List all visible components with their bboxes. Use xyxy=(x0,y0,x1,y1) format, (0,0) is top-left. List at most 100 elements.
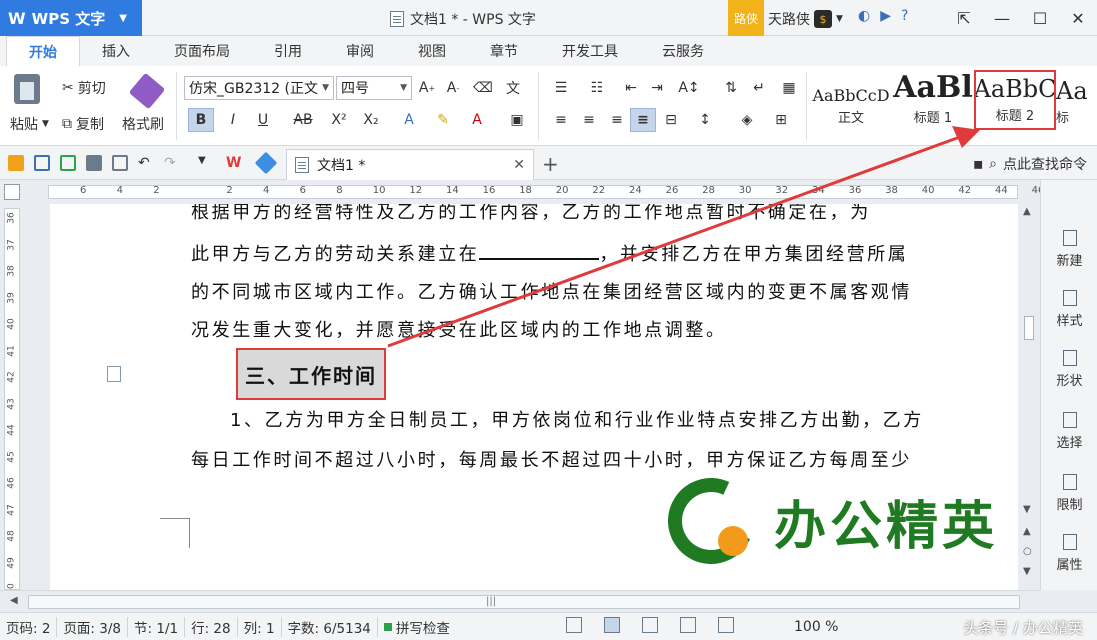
user-account[interactable]: 天路侠 $ ▼ xyxy=(768,9,843,29)
align-right-button[interactable]: ≡ xyxy=(604,108,630,132)
justify-button[interactable]: ≡ xyxy=(630,108,656,132)
pane-select[interactable]: 选择 xyxy=(1041,412,1097,451)
section-heading[interactable]: 三、工作时间 xyxy=(236,348,386,400)
vertical-scrollbar[interactable]: ▲ ▼ ▲ ○ ▼ xyxy=(1018,204,1040,590)
horizontal-scrollbar[interactable]: ◀ ||| xyxy=(0,590,1040,612)
pane-properties[interactable]: 属性 xyxy=(1041,534,1097,573)
tab-page-layout[interactable]: 页面布局 xyxy=(152,36,252,66)
command-search[interactable]: ◼ ⌕ 点此查找命令 xyxy=(973,154,1087,174)
template-cube-icon[interactable] xyxy=(254,151,278,175)
format-painter-button[interactable]: 格式刷 xyxy=(122,114,164,134)
paragraph-mark-icon[interactable]: ↵ xyxy=(746,76,772,100)
align-center-button[interactable]: ≡ xyxy=(576,108,602,132)
sort-icon[interactable]: ⇅ xyxy=(718,76,744,100)
font-size-select[interactable]: 四号 ▼ xyxy=(336,76,412,100)
text-effect-icon[interactable]: A xyxy=(396,108,422,132)
scroll-thumb[interactable] xyxy=(1024,316,1034,340)
superscript-button[interactable]: X² xyxy=(326,108,352,132)
tab-insert[interactable]: 插入 xyxy=(80,36,152,66)
document-tab[interactable]: 文档1 * ✕ xyxy=(286,149,534,180)
zoom-level[interactable]: 100 % xyxy=(794,619,838,635)
undo-icon[interactable]: ↶ xyxy=(138,155,154,171)
restore-pane-button[interactable]: ⇱ xyxy=(945,0,983,36)
style-normal[interactable]: AaBbCcD 正文 xyxy=(810,70,892,130)
highlight-icon[interactable]: ✎ xyxy=(430,108,456,132)
paste-button[interactable]: 粘贴 ▼ xyxy=(10,114,49,134)
paragraph-menu-icon[interactable] xyxy=(107,366,121,382)
italic-button[interactable]: I xyxy=(220,108,246,132)
pin-icon[interactable]: ◼ xyxy=(973,157,983,171)
status-words[interactable]: 字数: 6/5134 xyxy=(282,616,378,637)
style-heading-1[interactable]: AaBl 标题 1 xyxy=(892,70,974,130)
font-color-icon[interactable]: A xyxy=(464,108,490,132)
style-heading-2[interactable]: AaBbC 标题 2 xyxy=(974,70,1056,130)
tab-stop-selector[interactable] xyxy=(4,184,20,200)
tab-cloud[interactable]: 云服务 xyxy=(640,36,726,66)
status-page-code[interactable]: 页码: 2 xyxy=(0,616,58,637)
scroll-up-icon[interactable]: ▲ xyxy=(1023,206,1031,217)
table-grid-icon[interactable]: ▦ xyxy=(776,76,802,100)
print-preview-icon[interactable] xyxy=(112,155,128,171)
tab-developer[interactable]: 开发工具 xyxy=(540,36,640,66)
cut-button[interactable]: ✂ 剪切 xyxy=(62,78,106,98)
scroll-left-icon[interactable]: ◀ xyxy=(10,595,18,606)
user-badge[interactable]: 路侠 xyxy=(728,0,764,36)
share-icon[interactable]: ▶ xyxy=(880,8,891,24)
next-page-icon[interactable]: ▼ xyxy=(1023,566,1031,577)
save-icon[interactable] xyxy=(34,155,50,171)
format-painter-icon[interactable] xyxy=(128,72,166,110)
numbering-icon[interactable]: ☷ xyxy=(584,76,610,100)
new-tab-icon[interactable]: + xyxy=(542,152,559,176)
status-pages[interactable]: 页面: 3/8 xyxy=(57,616,129,637)
spell-check-toggle[interactable]: 拼写检查 xyxy=(378,617,456,637)
pane-shapes[interactable]: 形状 xyxy=(1041,350,1097,389)
prev-page-icon[interactable]: ▲ xyxy=(1023,526,1031,537)
clear-format-icon[interactable]: ⌫ xyxy=(470,76,496,100)
copy-button[interactable]: ⧉ 复制 xyxy=(62,114,104,134)
pane-new[interactable]: 新建 xyxy=(1041,230,1097,269)
reading-mode-icon[interactable] xyxy=(718,617,734,633)
app-menu-button[interactable]: W WPS 文字 ▼ xyxy=(0,0,142,36)
tab-chapter[interactable]: 章节 xyxy=(468,36,540,66)
wps-home-icon[interactable]: W xyxy=(226,155,242,171)
subscript-button[interactable]: X₂ xyxy=(358,108,384,132)
char-scaling-icon[interactable]: A↕ xyxy=(676,76,702,100)
close-button[interactable]: ✕ xyxy=(1059,0,1097,36)
full-screen-view-icon[interactable] xyxy=(566,617,582,633)
tab-references[interactable]: 引用 xyxy=(252,36,324,66)
vertical-ruler[interactable]: 36 37 38 39 40 41 42 43 44 45 46 47 48 49 50 xyxy=(4,208,20,595)
bold-button[interactable]: B xyxy=(188,108,214,132)
phonetic-icon[interactable]: 文 xyxy=(500,76,526,100)
export-pdf-icon[interactable] xyxy=(60,155,76,171)
borders-icon[interactable]: ⊞ xyxy=(768,108,794,132)
customize-chevron-icon[interactable]: ▼ xyxy=(198,155,214,171)
redo-icon[interactable]: ↷ xyxy=(164,155,180,171)
distribute-button[interactable]: ⊟ xyxy=(658,108,684,132)
pane-styles[interactable]: 样式 xyxy=(1041,290,1097,329)
shading-fill-icon[interactable]: ◈ xyxy=(734,108,760,132)
paste-icon[interactable] xyxy=(14,74,40,104)
outline-view-icon[interactable] xyxy=(642,617,658,633)
shrink-font-icon[interactable]: A- xyxy=(440,76,466,100)
strikethrough-button[interactable]: AB xyxy=(290,108,316,132)
tab-view[interactable]: 视图 xyxy=(396,36,468,66)
skin-icon[interactable]: ◐ xyxy=(858,8,870,24)
page-view-icon[interactable] xyxy=(604,617,620,633)
web-view-icon[interactable] xyxy=(680,617,696,633)
line-spacing-icon[interactable]: ↕ xyxy=(692,108,718,132)
status-row[interactable]: 行: 28 xyxy=(185,616,238,637)
tab-review[interactable]: 审阅 xyxy=(324,36,396,66)
close-tab-icon[interactable]: ✕ xyxy=(513,157,525,173)
increase-indent-icon[interactable]: ⇥ xyxy=(644,76,670,100)
minimize-button[interactable]: — xyxy=(983,0,1021,36)
bullets-icon[interactable]: ☰ xyxy=(548,76,574,100)
open-folder-icon[interactable] xyxy=(8,155,24,171)
align-left-button[interactable]: ≡ xyxy=(548,108,574,132)
browse-object-icon[interactable]: ○ xyxy=(1023,546,1032,557)
pane-restrict[interactable]: 限制 xyxy=(1041,474,1097,513)
status-section[interactable]: 节: 1/1 xyxy=(128,616,186,637)
maximize-button[interactable]: ☐ xyxy=(1021,0,1059,36)
tab-home[interactable]: 开始 xyxy=(6,36,80,66)
horizontal-ruler[interactable]: 6 4 2 2 4 6 8 10 12 14 16 18 20 22 24 26 28 30 32 34 36 38 40 4… xyxy=(0,180,1044,204)
scroll-down-icon[interactable]: ▼ xyxy=(1023,504,1031,515)
